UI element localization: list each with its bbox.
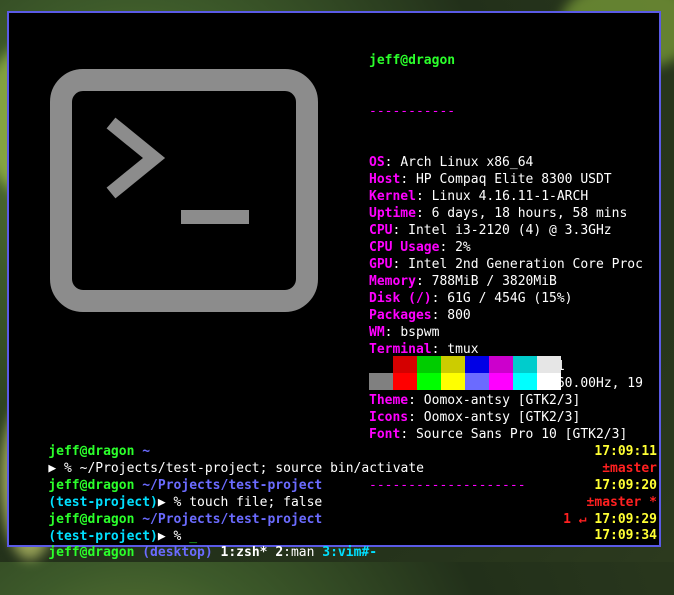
color-swatch <box>417 373 441 390</box>
tmux-clock: 17:09:34 <box>594 528 657 543</box>
info-key: Terminal <box>369 342 432 357</box>
terminal-logo-icon <box>50 69 318 312</box>
color-swatch <box>465 373 489 390</box>
info-key: GPU <box>369 257 393 272</box>
info-value: HP Compaq Elite 8300 USDT <box>415 172 612 187</box>
info-title: jeff@dragon <box>369 53 456 68</box>
color-swatch <box>417 356 441 373</box>
info-key: Kernel <box>369 189 416 204</box>
info-row: CPU Usage: 2% <box>369 240 471 255</box>
git-status: ±master <box>602 461 657 476</box>
info-value: Intel 2nd Generation Core Proc <box>408 257 643 272</box>
info-value: 61G / 454G (15%) <box>447 291 573 306</box>
exit-code: 1 ↵ <box>563 512 587 527</box>
color-swatch <box>489 373 513 390</box>
info-row: Memory: 788MiB / 3820MiB <box>369 274 557 289</box>
info-value: Linux 4.16.11-1-ARCH <box>431 189 589 204</box>
info-value: 788MiB / 3820MiB <box>431 274 557 289</box>
info-value: Oomox-antsy [GTK2/3] <box>423 410 581 425</box>
info-value: 2% <box>455 240 471 255</box>
command-line: ▶ % ~/Projects/test-project; source bin/… <box>17 443 657 476</box>
color-swatch <box>441 356 465 373</box>
color-swatch <box>537 373 561 390</box>
info-value: bspwm <box>400 325 440 340</box>
info-value: Oomox-antsy [GTK2/3] <box>423 393 581 408</box>
info-value: 800 <box>447 308 471 323</box>
timestamp: 17:09:11 <box>594 444 657 459</box>
info-value: Intel i3-2120 (4) @ 3.3GHz <box>408 223 612 238</box>
info-key: CPU <box>369 223 393 238</box>
info-value: 6 days, 18 hours, 58 mins <box>431 206 628 221</box>
color-swatch <box>393 373 417 390</box>
color-swatch <box>489 356 513 373</box>
tmux-session: jeff@dragon <box>48 545 135 560</box>
tmux-desktop: (desktop) <box>142 545 213 560</box>
info-row: Packages: 800 <box>369 308 471 323</box>
info-row: WM: bspwm <box>369 325 440 340</box>
terminal-window[interactable]: jeff@dragon ----------- OS: Arch Linux x… <box>7 11 661 560</box>
info-value: Arch Linux x86_64 <box>400 155 534 170</box>
tmux-status-bar: jeff@dragon (desktop) 1:zsh* 2:man 3:vim… <box>17 527 657 560</box>
info-row: Icons: Oomox-antsy [GTK2/3] <box>369 410 581 425</box>
info-key: Memory <box>369 274 416 289</box>
color-swatch <box>369 373 393 390</box>
info-row: Host: HP Compaq Elite 8300 USDT <box>369 172 612 187</box>
color-palette <box>369 356 561 390</box>
info-row: GPU: Intel 2nd Generation Core Proc <box>369 257 643 272</box>
info-row: Uptime: 6 days, 18 hours, 58 mins <box>369 206 628 221</box>
color-swatch <box>537 356 561 373</box>
info-key: Uptime <box>369 206 416 221</box>
info-key: Theme <box>369 393 409 408</box>
info-key: WM <box>369 325 385 340</box>
color-swatch <box>369 356 393 373</box>
color-swatch <box>513 356 537 373</box>
prompt-line: jeff@dragon ~/Projects/test-project ±mas… <box>17 460 657 493</box>
command-line: (test-project)▶ % touch file; false 17:0… <box>17 477 657 510</box>
info-key: Disk (/) <box>369 291 432 306</box>
tmux-window-1[interactable]: 1:zsh* <box>221 545 268 560</box>
timestamp: 17:09:20 <box>594 478 657 493</box>
info-row: Kernel: Linux 4.16.11-1-ARCH <box>369 189 589 204</box>
info-row: Theme: Oomox-antsy [GTK2/3] <box>369 393 581 408</box>
prompt-line: jeff@dragon ~/Projects/test-project ±mas… <box>17 494 657 527</box>
info-row: OS: Arch Linux x86_64 <box>369 155 534 170</box>
prompt-line: jeff@dragon ~ <box>17 426 657 459</box>
info-separator: ----------- <box>369 104 456 119</box>
color-swatch <box>465 356 489 373</box>
info-key: OS <box>369 155 385 170</box>
info-key: Packages <box>369 308 432 323</box>
info-key: Host <box>369 172 401 187</box>
active-command-line[interactable]: (test-project)▶ % _ 1 ↵ 17:09:29 <box>17 511 657 544</box>
info-row: CPU: Intel i3-2120 (4) @ 3.3GHz <box>369 223 612 238</box>
git-status: ±master * <box>586 495 657 510</box>
info-value: tmux <box>447 342 479 357</box>
info-key: Icons <box>369 410 409 425</box>
tmux-window-3[interactable]: 3:vim#- <box>322 545 377 560</box>
color-swatch <box>393 356 417 373</box>
info-key: CPU Usage <box>369 240 440 255</box>
color-swatch <box>441 373 465 390</box>
color-swatch <box>513 373 537 390</box>
tmux-window-2[interactable]: 2:man <box>275 545 314 560</box>
info-row: Disk (/): 61G / 454G (15%) <box>369 291 573 306</box>
timestamp: 17:09:29 <box>594 512 657 527</box>
